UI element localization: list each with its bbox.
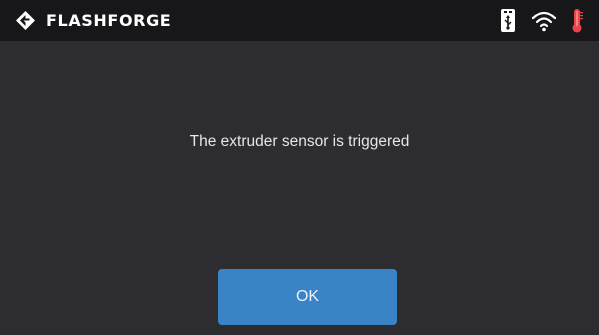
thermometer-icon[interactable] (569, 8, 585, 33)
brand-name: FLASHFORGE (46, 11, 172, 30)
printer-screen: FLASHFORGE The extruder sensor is trigge… (0, 0, 599, 335)
wifi-icon[interactable] (531, 8, 557, 33)
status-bar: FLASHFORGE (0, 0, 599, 41)
usb-icon[interactable] (499, 8, 517, 33)
ok-button[interactable]: OK (218, 269, 397, 325)
flashforge-logo-icon (16, 11, 35, 30)
dialog-message: The extruder sensor is triggered (189, 133, 410, 150)
